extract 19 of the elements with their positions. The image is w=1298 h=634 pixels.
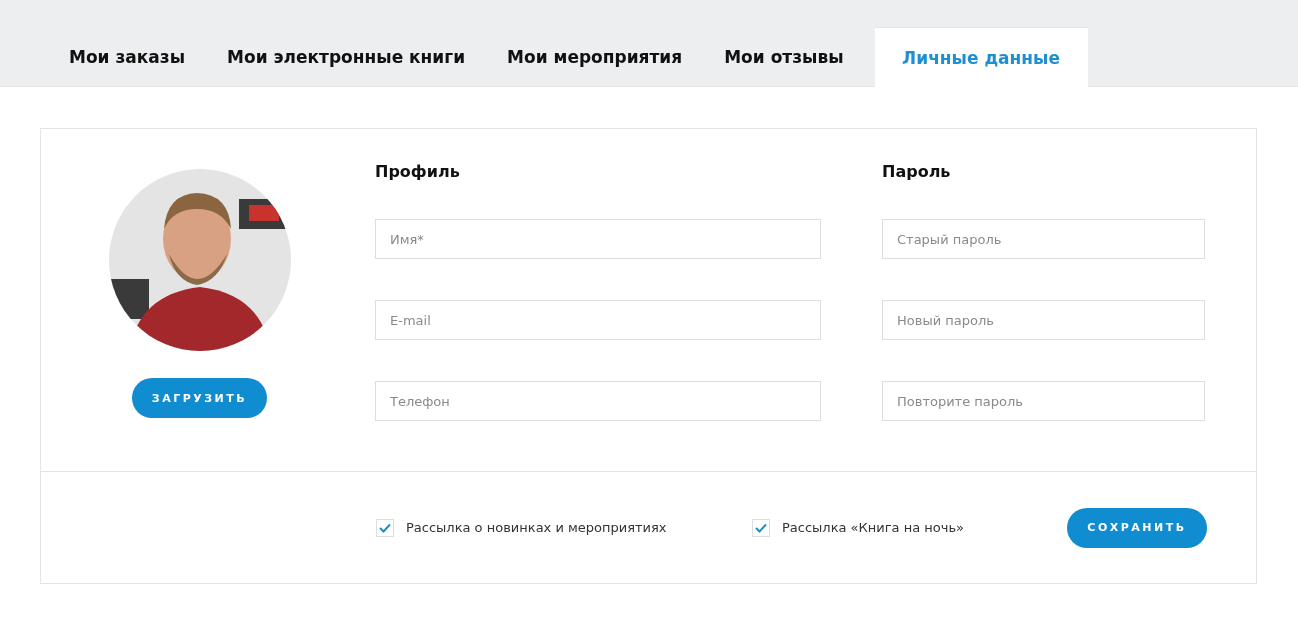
section-heading: Профиль — [375, 162, 461, 182]
tab[interactable]: Мои мероприятия — [486, 27, 704, 87]
checkbox-label[interactable]: Рассылка «Книга на ночь» — [782, 520, 965, 535]
tab[interactable]: Мои заказы — [48, 27, 207, 87]
input-field[interactable]: Старый пароль — [882, 219, 1205, 259]
input-field[interactable]: Повторите пароль — [882, 381, 1205, 421]
input-field[interactable]: E-mail — [375, 300, 821, 340]
input-field[interactable]: Имя* — [375, 219, 821, 259]
section-heading: Пароль — [882, 162, 952, 182]
tab[interactable]: Личные данные — [874, 27, 1088, 87]
checkbox[interactable] — [376, 518, 394, 537]
save-button[interactable]: СОХРАНИТЬ — [1067, 507, 1207, 548]
tab[interactable]: Мои электронные книги — [206, 27, 487, 87]
input-field[interactable]: Телефон — [375, 381, 821, 421]
upload-button[interactable]: ЗАГРУЗИТЬ — [132, 378, 267, 418]
checkbox[interactable] — [752, 518, 770, 537]
input-field[interactable]: Новый пароль — [882, 300, 1205, 340]
checkbox-label[interactable]: Рассылка о новинках и мероприятиях — [406, 520, 667, 535]
tab[interactable]: Мои отзывы — [703, 27, 865, 87]
